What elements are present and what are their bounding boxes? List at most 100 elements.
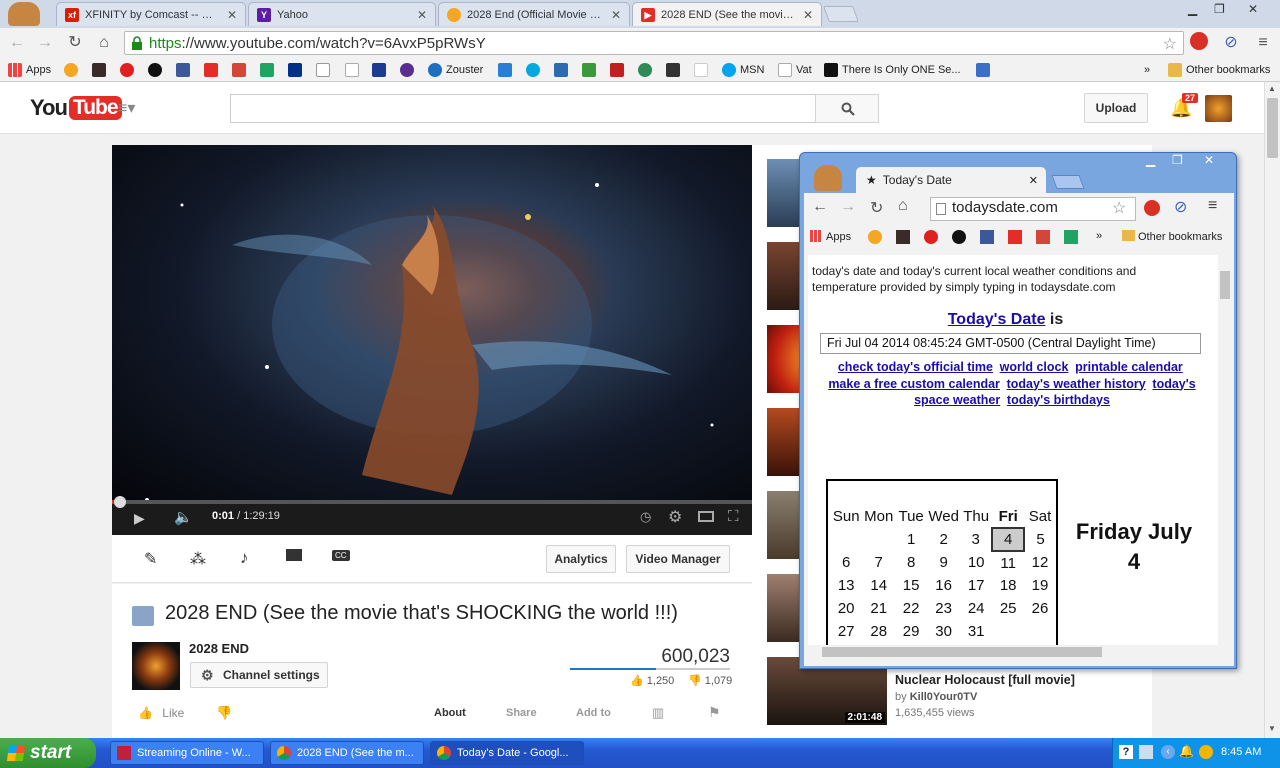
sun-icon[interactable]: [64, 63, 78, 77]
twc-icon[interactable]: [372, 63, 386, 77]
close-icon[interactable]: ✕: [803, 8, 813, 22]
tab-todays-date[interactable]: ★ Today's Date ✕: [856, 167, 1046, 193]
bookmark-vat[interactable]: Vat: [778, 62, 812, 78]
menu-icon[interactable]: ≡: [1252, 32, 1274, 54]
bookmark-zouster[interactable]: Zouster: [428, 62, 483, 78]
related-video-title[interactable]: Nuclear Holocaust [full movie]: [895, 673, 1075, 687]
start-button[interactable]: start: [0, 738, 96, 768]
facebook-icon[interactable]: [980, 230, 994, 244]
bookmark-icon[interactable]: [952, 230, 966, 244]
bookmark-star-icon[interactable]: ☆: [1112, 198, 1126, 218]
adblock-icon[interactable]: [1144, 200, 1160, 216]
other-bookmarks[interactable]: Other bookmarks: [1168, 62, 1270, 78]
scrollbar-thumb[interactable]: [822, 647, 1102, 657]
reload-icon[interactable]: ↻: [64, 32, 86, 54]
link-printable-calendar[interactable]: printable calendar: [1075, 360, 1183, 374]
att-icon[interactable]: [526, 63, 540, 77]
back-arrow-icon[interactable]: ←: [6, 32, 28, 54]
magic-wand-icon[interactable]: ⁂: [190, 549, 206, 569]
video-player[interactable]: ▶ 🔈 0:01 / 1:29:19 ◷ ⚙ ⛶: [112, 145, 752, 535]
bookmark-there-is-only-one[interactable]: There Is Only ONE Se...: [824, 62, 961, 78]
watch-later-icon[interactable]: ◷: [640, 509, 651, 525]
bookmark-icon[interactable]: [554, 63, 568, 77]
task-streaming-online[interactable]: Streaming Online - W...: [110, 741, 264, 765]
link-weather-history[interactable]: today's weather history: [1007, 377, 1146, 391]
video-manager-button[interactable]: Video Manager: [626, 545, 730, 573]
dislike-button[interactable]: 👎: [216, 705, 232, 721]
bookmark-icon[interactable]: [582, 63, 596, 77]
youtube-logo[interactable]: You Tube: [30, 95, 122, 121]
address-bar[interactable]: https://www.youtube.com/watch?v=6AvxP5pR…: [124, 31, 1184, 55]
todays-date-link[interactable]: Today's Date: [948, 311, 1046, 328]
flag-icon[interactable]: ⚑: [708, 704, 721, 721]
new-tab-button[interactable]: [823, 6, 859, 22]
page-scrollbar[interactable]: ▲ ▼: [1264, 82, 1280, 738]
close-icon[interactable]: ✕: [611, 8, 621, 22]
other-bookmarks[interactable]: Other bookmarks: [1122, 230, 1222, 243]
maximize-icon[interactable]: ❐: [1214, 2, 1225, 16]
task-youtube-chrome[interactable]: 2028 END (See the m...: [270, 741, 424, 765]
bookmarks-overflow-chevron[interactable]: »: [1096, 230, 1102, 242]
stats-icon[interactable]: ▥: [652, 705, 664, 721]
scrollbar-thumb[interactable]: [1220, 271, 1230, 299]
back-arrow-icon[interactable]: ←: [812, 198, 828, 216]
paypal-icon[interactable]: [288, 63, 302, 77]
maximize-icon[interactable]: ❐: [1172, 153, 1183, 167]
et-icon[interactable]: [666, 63, 680, 77]
close-icon[interactable]: ✕: [227, 8, 237, 22]
close-window-icon[interactable]: ✕: [1248, 2, 1258, 16]
sun-icon[interactable]: [868, 230, 882, 244]
bookmark-icon[interactable]: [976, 63, 990, 77]
tab-add-to[interactable]: Add to: [576, 707, 611, 719]
pencil-icon[interactable]: ✎: [144, 549, 157, 569]
youtube-icon[interactable]: [204, 63, 218, 77]
progress-track[interactable]: [112, 496, 752, 508]
scroll-down-arrow-icon[interactable]: ▼: [1268, 724, 1276, 733]
scroll-up-arrow-icon[interactable]: ▲: [1268, 84, 1276, 93]
tab-youtube-video[interactable]: ▶ 2028 END (See the movie tha ✕: [632, 2, 822, 26]
captions-icon[interactable]: CC: [332, 550, 350, 561]
app-tray-icon[interactable]: [1199, 745, 1213, 759]
tab-xfinity[interactable]: xf XFINITY by Comcast -- Offici ✕: [56, 2, 246, 26]
bookmark-msn[interactable]: MSN: [722, 62, 764, 78]
link-world-clock[interactable]: world clock: [1000, 360, 1069, 374]
bookmark-icon[interactable]: [92, 63, 106, 77]
bookmarks-overflow-chevron[interactable]: »: [1144, 62, 1150, 78]
network-icon[interactable]: [1139, 745, 1153, 759]
channel-name[interactable]: 2028 END: [189, 641, 249, 656]
chevron-left-icon[interactable]: ‹: [1161, 745, 1175, 759]
channel-settings-button[interactable]: ⚙ Channel settings: [190, 662, 328, 688]
facebook-icon[interactable]: [176, 63, 190, 77]
like-button[interactable]: 👍 Like: [138, 706, 184, 720]
tab-yahoo[interactable]: Y Yahoo ✕: [248, 2, 436, 26]
analytics-button[interactable]: Analytics: [546, 545, 616, 573]
drive-icon[interactable]: [260, 63, 274, 77]
tab-about[interactable]: About: [434, 707, 466, 719]
music-note-icon[interactable]: ♪: [240, 548, 249, 568]
search-button[interactable]: [815, 94, 879, 123]
scrollbar-thumb[interactable]: [1267, 98, 1278, 158]
help-icon[interactable]: ?: [1119, 745, 1133, 759]
guide-menu-icon[interactable]: ≡▾: [118, 98, 135, 118]
youtube-icon[interactable]: [1008, 230, 1022, 244]
scrubber-handle[interactable]: [114, 496, 126, 508]
bookmark-icon[interactable]: [610, 63, 624, 77]
page-icon[interactable]: [345, 63, 359, 77]
block-icon[interactable]: ⊘: [1220, 32, 1242, 54]
link-official-time[interactable]: check today's official time: [838, 360, 993, 374]
video-frame[interactable]: [112, 145, 752, 505]
upload-button[interactable]: Upload: [1084, 93, 1148, 123]
close-icon[interactable]: ✕: [1029, 174, 1038, 187]
drive-icon[interactable]: [1064, 230, 1078, 244]
bookmark-icon[interactable]: [120, 63, 134, 77]
gmail-icon[interactable]: [1036, 230, 1050, 244]
tab-share[interactable]: Share: [506, 707, 537, 719]
popup-horizontal-scrollbar[interactable]: [808, 645, 1218, 659]
popup-vertical-scrollbar[interactable]: [1218, 255, 1232, 645]
home-icon[interactable]: ⌂: [93, 32, 115, 54]
bookmark-icon[interactable]: [896, 230, 910, 244]
gear-icon[interactable]: ⚙: [668, 507, 682, 527]
reload-icon[interactable]: ↻: [870, 198, 883, 218]
forward-arrow-icon[interactable]: →: [840, 198, 856, 216]
bell-icon[interactable]: 🔔: [1179, 744, 1194, 758]
